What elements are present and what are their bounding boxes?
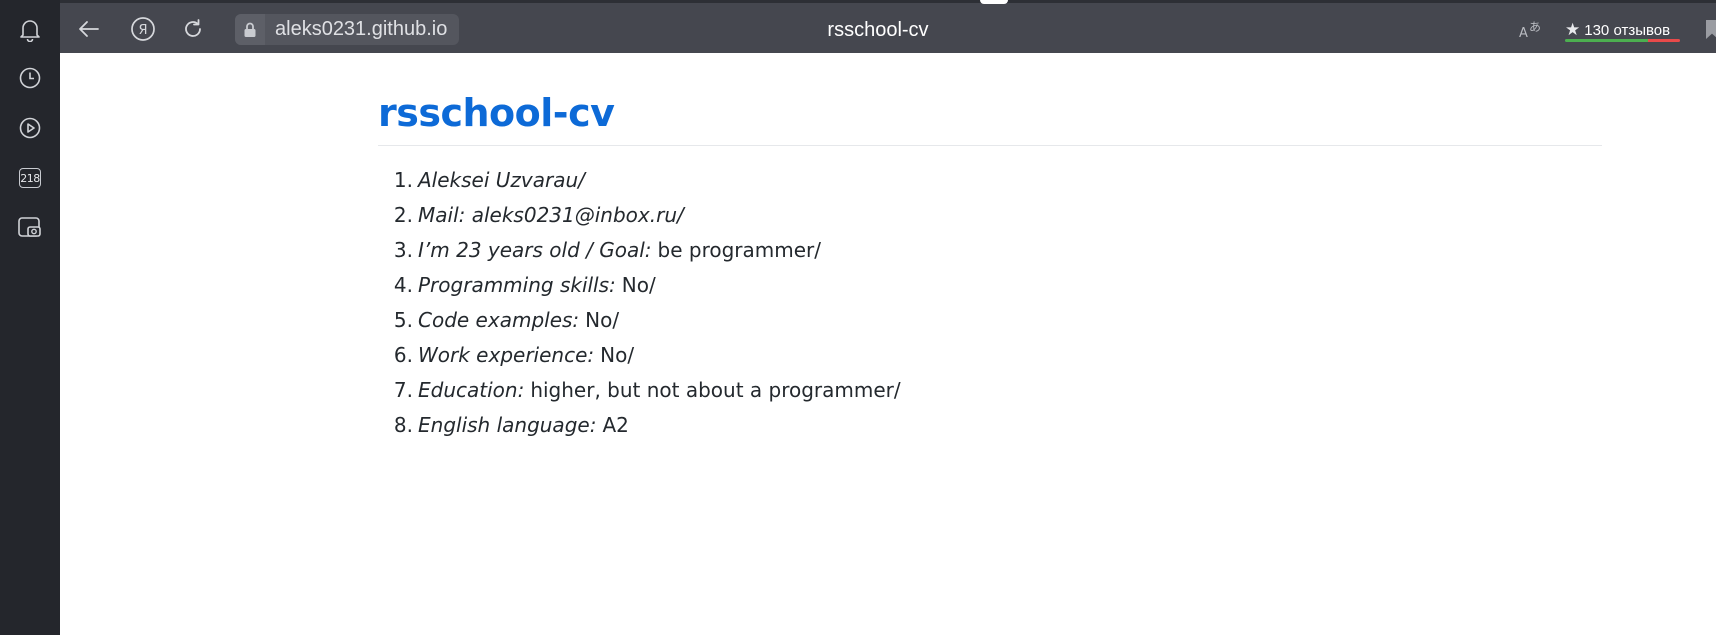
list-item: 5. Code examples: No/ (378, 302, 1602, 337)
list-item: 4. Programming skills: No/ (378, 267, 1602, 302)
browser-toolbar: Я aleks0231.github.io rsschool-cv Aあ ★ 1… (60, 0, 1716, 53)
cv-heading: rsschool-cv (378, 91, 615, 135)
cv-list: 1. Aleksei Uzvarau/ 2. Mail: aleks0231@inb… (378, 162, 1602, 442)
list-item: 3. I’m 23 years old / Goal: be programmer/ (378, 232, 1602, 267)
browser-sidebar: 218 (0, 0, 60, 635)
item-label: Education: (418, 377, 525, 402)
reviews-label: 130 отзывов (1584, 21, 1671, 39)
screenshot-icon[interactable] (14, 212, 46, 244)
list-item: 1. Aleksei Uzvarau/ (378, 162, 1602, 197)
clock-icon[interactable] (14, 62, 46, 94)
item-label: English language: (418, 412, 597, 437)
item-value: higher, but not about a programmer/ (530, 377, 901, 402)
item-number: 5. (393, 307, 413, 332)
item-label: Mail: aleks0231@inbox.ru/ (418, 202, 684, 227)
item-number: 6. (393, 342, 413, 367)
rating-bar (1565, 39, 1680, 42)
list-item: 8. English language: A2 (378, 407, 1602, 442)
tab-indicator (980, 0, 1008, 4)
star-icon: ★ (1565, 20, 1581, 39)
item-number: 4. (393, 272, 413, 297)
cv-page: rsschool-cv 1. Aleksei Uzvarau/ 2. Mail: a… (378, 89, 1602, 442)
list-item: 6. Work experience: No/ (378, 337, 1602, 372)
bookmark-icon[interactable] (1706, 20, 1716, 39)
item-label: Code examples: (418, 307, 580, 332)
bell-icon[interactable] (14, 14, 46, 46)
tabs-count-label: 218 (19, 168, 41, 188)
list-item: 7. Education: higher, but not about a prog… (378, 372, 1602, 407)
page-title: rsschool-cv (827, 19, 929, 41)
play-icon[interactable] (14, 112, 46, 144)
item-label: Aleksei Uzvarau/ (418, 167, 585, 192)
item-label: I’m 23 years old / Goal: (418, 237, 652, 262)
item-number: 1. (393, 167, 413, 192)
item-number: 3. (393, 237, 413, 262)
item-value: A2 (602, 412, 629, 437)
item-value: No/ (600, 342, 635, 367)
item-number: 2. (393, 202, 413, 227)
list-item: 2. Mail: aleks0231@inbox.ru/ (378, 197, 1602, 232)
tabs-count-badge[interactable]: 218 (14, 162, 46, 194)
svg-text:あ: あ (1529, 20, 1541, 34)
page-content: rsschool-cv 1. Aleksei Uzvarau/ 2. Mail: a… (60, 53, 1716, 635)
translate-icon[interactable]: Aあ (1518, 18, 1546, 42)
item-number: 8. (393, 412, 413, 437)
item-number: 7. (393, 377, 413, 402)
item-label: Work experience: (418, 342, 595, 367)
browser-window: 218 Я aleks0231.github.io rsschool-cv Aあ (0, 0, 1716, 635)
item-label: Programming skills: (418, 272, 616, 297)
svg-text:A: A (1519, 26, 1528, 40)
item-value: No/ (621, 272, 656, 297)
item-value: No/ (585, 307, 620, 332)
item-value: be programmer/ (657, 237, 822, 262)
heading-divider (378, 145, 1602, 146)
